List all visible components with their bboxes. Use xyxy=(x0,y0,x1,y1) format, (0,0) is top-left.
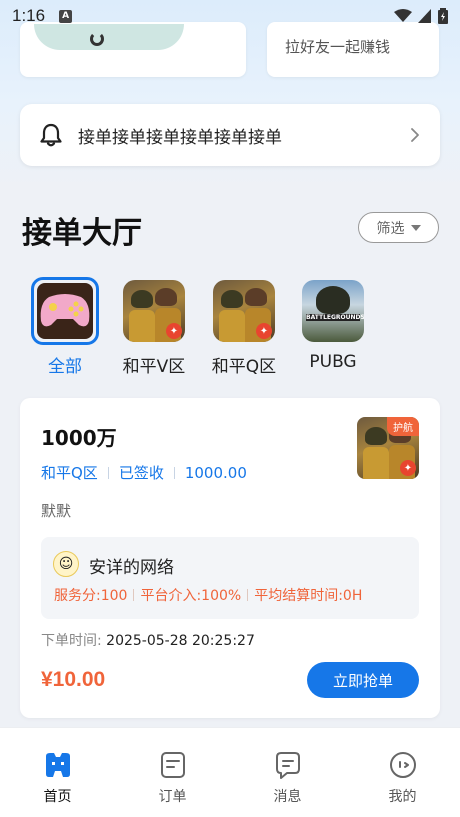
order-title: 1000万 xyxy=(41,426,117,450)
category-pubg[interactable]: BATTLEGROUNDS PUBG xyxy=(293,280,373,372)
order-tags: 和平Q区 已签收 1000.00 xyxy=(41,462,247,483)
promo-invite-text: 拉好友一起赚钱 xyxy=(285,38,391,56)
category-list: 全部 ✦ 和平V区 ✦ 和平Q区 BATTLEGROUNDS PUBG xyxy=(0,277,460,380)
publisher-stats: 服务分:100 平台介入:100% 平均结算时间:0H xyxy=(54,585,362,605)
category-all[interactable]: 全部 xyxy=(25,277,105,377)
publisher-name: 安详的网络 xyxy=(89,558,174,578)
bell-icon xyxy=(40,123,62,147)
category-label: 和平Q区 xyxy=(211,357,277,377)
order-tag-status: 已签收 xyxy=(118,464,164,482)
notice-bar[interactable]: 接单接单接单接单接单接单 xyxy=(20,104,440,166)
category-peace-v-image: ✦ xyxy=(123,280,185,342)
caret-down-icon xyxy=(410,224,421,231)
signal-icon xyxy=(418,9,431,23)
tab-label: 首页 xyxy=(43,789,72,805)
order-price: ¥10.00 xyxy=(41,668,106,691)
grab-order-button[interactable]: 立即抢单 xyxy=(307,662,419,698)
category-label: 全部 xyxy=(48,357,82,377)
page-title: 接单大厅 xyxy=(22,216,142,251)
stat-service-score: 服务分:100 xyxy=(54,588,128,604)
category-peace-q-image: ✦ xyxy=(213,280,275,342)
profile-icon xyxy=(389,752,416,778)
category-label: 和平V区 xyxy=(122,357,186,377)
category-pubg-image: BATTLEGROUNDS xyxy=(302,280,364,342)
stat-settlement-time: 平均结算时间:0H xyxy=(254,588,363,604)
tab-label: 我的 xyxy=(388,789,417,805)
wifi-icon xyxy=(394,9,412,22)
category-peace-q[interactable]: ✦ 和平Q区 xyxy=(204,280,284,377)
battery-icon xyxy=(438,8,448,24)
tab-profile[interactable]: 我的 xyxy=(345,728,460,817)
order-card[interactable]: 1000万 护航 ✦ 和平Q区 已签收 1000.00 默默 ☺ 安详的网络 服… xyxy=(20,398,440,718)
filter-label: 筛选 xyxy=(376,220,405,237)
order-time-value: 2025-05-28 20:25:27 xyxy=(106,633,255,649)
gamepad-icon xyxy=(40,294,90,327)
home-icon xyxy=(45,753,70,777)
notification-a-icon: A xyxy=(59,9,73,23)
promo-decoration xyxy=(90,32,104,46)
category-all-image xyxy=(31,277,99,345)
escort-badge: 护航 xyxy=(387,417,419,436)
category-peace-v[interactable]: ✦ 和平V区 xyxy=(114,280,194,377)
filter-button[interactable]: 筛选 xyxy=(358,212,439,243)
order-time: 下单时间: 2025-05-28 20:25:27 xyxy=(41,630,255,650)
order-game-thumbnail: 护航 ✦ xyxy=(357,417,419,479)
order-icon xyxy=(160,752,185,778)
tab-label: 消息 xyxy=(273,789,302,805)
category-label: PUBG xyxy=(309,352,357,372)
status-bar: 1:16 A xyxy=(0,0,460,32)
order-time-label: 下单时间: xyxy=(41,633,102,649)
divider xyxy=(247,589,249,601)
order-tag-zone: 和平Q区 xyxy=(41,464,98,482)
tab-label: 订单 xyxy=(158,789,187,805)
notice-text: 接单接单接单接单接单接单 xyxy=(78,127,282,148)
divider xyxy=(107,466,109,479)
divider xyxy=(173,466,175,479)
tab-orders[interactable]: 订单 xyxy=(115,728,230,817)
stat-platform-intervention: 平台介入:100% xyxy=(140,588,242,604)
message-icon xyxy=(275,752,300,779)
chevron-right-icon xyxy=(411,128,419,142)
order-nickname: 默默 xyxy=(41,502,72,520)
bottom-tab-bar: 首页 订单 消息 我的 xyxy=(0,727,460,817)
avatar: ☺ xyxy=(53,551,79,577)
order-tag-amount: 1000.00 xyxy=(184,463,247,482)
tab-home[interactable]: 首页 xyxy=(0,728,115,817)
publisher-info: ☺ 安详的网络 服务分:100 平台介入:100% 平均结算时间:0H xyxy=(41,537,419,619)
tab-messages[interactable]: 消息 xyxy=(230,728,345,817)
divider xyxy=(133,589,135,601)
status-time: 1:16 xyxy=(12,6,46,25)
